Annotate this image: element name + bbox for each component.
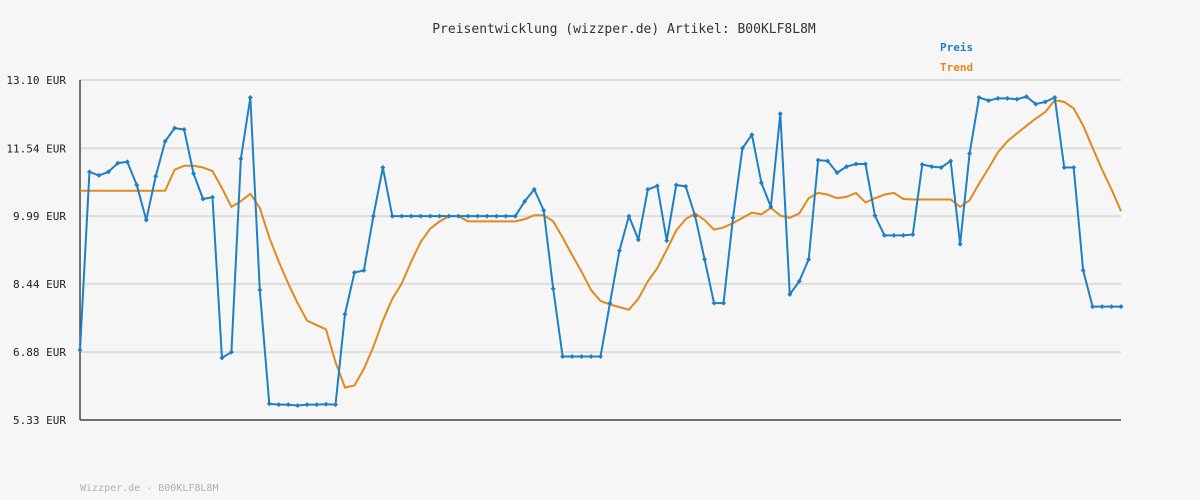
preis-point (304, 402, 310, 408)
preis-point (399, 213, 405, 219)
preis-point (702, 256, 708, 262)
preis-point (323, 401, 329, 407)
preis-point (1109, 304, 1115, 310)
preis-point (986, 98, 992, 104)
preis-point (314, 402, 320, 408)
preis-point (995, 95, 1001, 101)
preis-point (1080, 267, 1086, 273)
preis-point (380, 165, 386, 171)
preis-point (351, 270, 357, 276)
preis-point (285, 402, 291, 408)
preis-point (153, 173, 159, 179)
preis-point (560, 354, 566, 360)
preis-point (910, 231, 916, 237)
preis-point (645, 186, 651, 192)
preis-point (1099, 304, 1105, 310)
preis-point (503, 213, 509, 219)
preis-line (79, 95, 1121, 407)
preis-point (891, 232, 897, 238)
preis-point (929, 164, 935, 170)
preis-point (862, 161, 868, 167)
preis-point (370, 213, 376, 219)
preis-point (976, 95, 982, 101)
preis-point (96, 172, 102, 178)
preis-point (1061, 165, 1067, 171)
preis-point (579, 354, 585, 360)
preis-point (815, 157, 821, 163)
preis-point (1004, 95, 1010, 101)
legend-trend: Trend (940, 61, 973, 74)
preis-point (389, 213, 395, 219)
preis-point (333, 402, 339, 408)
preis-point (484, 213, 490, 219)
preis-point (257, 287, 263, 293)
preis-point (673, 182, 679, 188)
preis-point (181, 126, 187, 132)
preis-point (721, 300, 727, 306)
preis-point (266, 401, 272, 407)
preis-point (276, 402, 282, 408)
preis-point (1090, 304, 1096, 310)
preis-point (1014, 96, 1020, 102)
preis-point (967, 151, 973, 157)
preis-point (209, 194, 215, 200)
footer-credit: Wizzper.de - B00KLF8L8M (80, 483, 218, 494)
preis-point (200, 196, 206, 202)
preis-series (77, 94, 1124, 409)
y-tick-label: 5.33 EUR (13, 414, 66, 427)
preis-point (191, 171, 197, 177)
preis-point (1118, 304, 1124, 310)
preis-point (654, 183, 660, 189)
legend-preis: Preis (940, 41, 973, 54)
preis-point (1071, 165, 1077, 171)
y-tick-label: 9.99 EUR (13, 210, 66, 223)
preis-point (853, 161, 859, 167)
preis-point (900, 232, 906, 238)
preis-point (408, 213, 414, 219)
y-tick-label: 13.10 EUR (6, 74, 66, 87)
preis-point (295, 403, 301, 409)
preis-point (465, 213, 471, 219)
chart-title: Preisentwicklung (wizzper.de) Artikel: B… (432, 22, 816, 37)
preis-point (418, 213, 424, 219)
price-chart: Preisentwicklung (wizzper.de) Artikel: B… (6, 22, 1124, 494)
preis-point (238, 156, 244, 162)
preis-point (957, 241, 963, 247)
preis-point (569, 354, 575, 360)
y-tick-label: 6.88 EUR (13, 346, 66, 359)
y-axis-ticks: 13.10 EUR 11.54 EUR 9.99 EUR 8.44 EUR 6.88 E… (6, 74, 66, 427)
preis-point (493, 213, 499, 219)
preis-point (143, 217, 149, 223)
preis-point (437, 213, 443, 219)
preis-point (588, 354, 594, 360)
preis-point (683, 183, 689, 189)
preis-point (247, 95, 253, 101)
preis-point (550, 286, 556, 292)
preis-point (919, 161, 925, 167)
preis-point (342, 311, 348, 317)
preis-point (711, 300, 717, 306)
preis-point (777, 111, 783, 117)
preis-point (664, 238, 670, 244)
preis-point (598, 354, 603, 360)
y-tick-label: 8.44 EUR (13, 278, 66, 291)
preis-point (427, 213, 433, 219)
preis-point (361, 267, 367, 273)
y-tick-label: 11.54 EUR (6, 142, 66, 155)
preis-point (616, 248, 622, 254)
preis-point (86, 169, 92, 175)
grid (80, 79, 1121, 354)
preis-point (474, 213, 480, 219)
